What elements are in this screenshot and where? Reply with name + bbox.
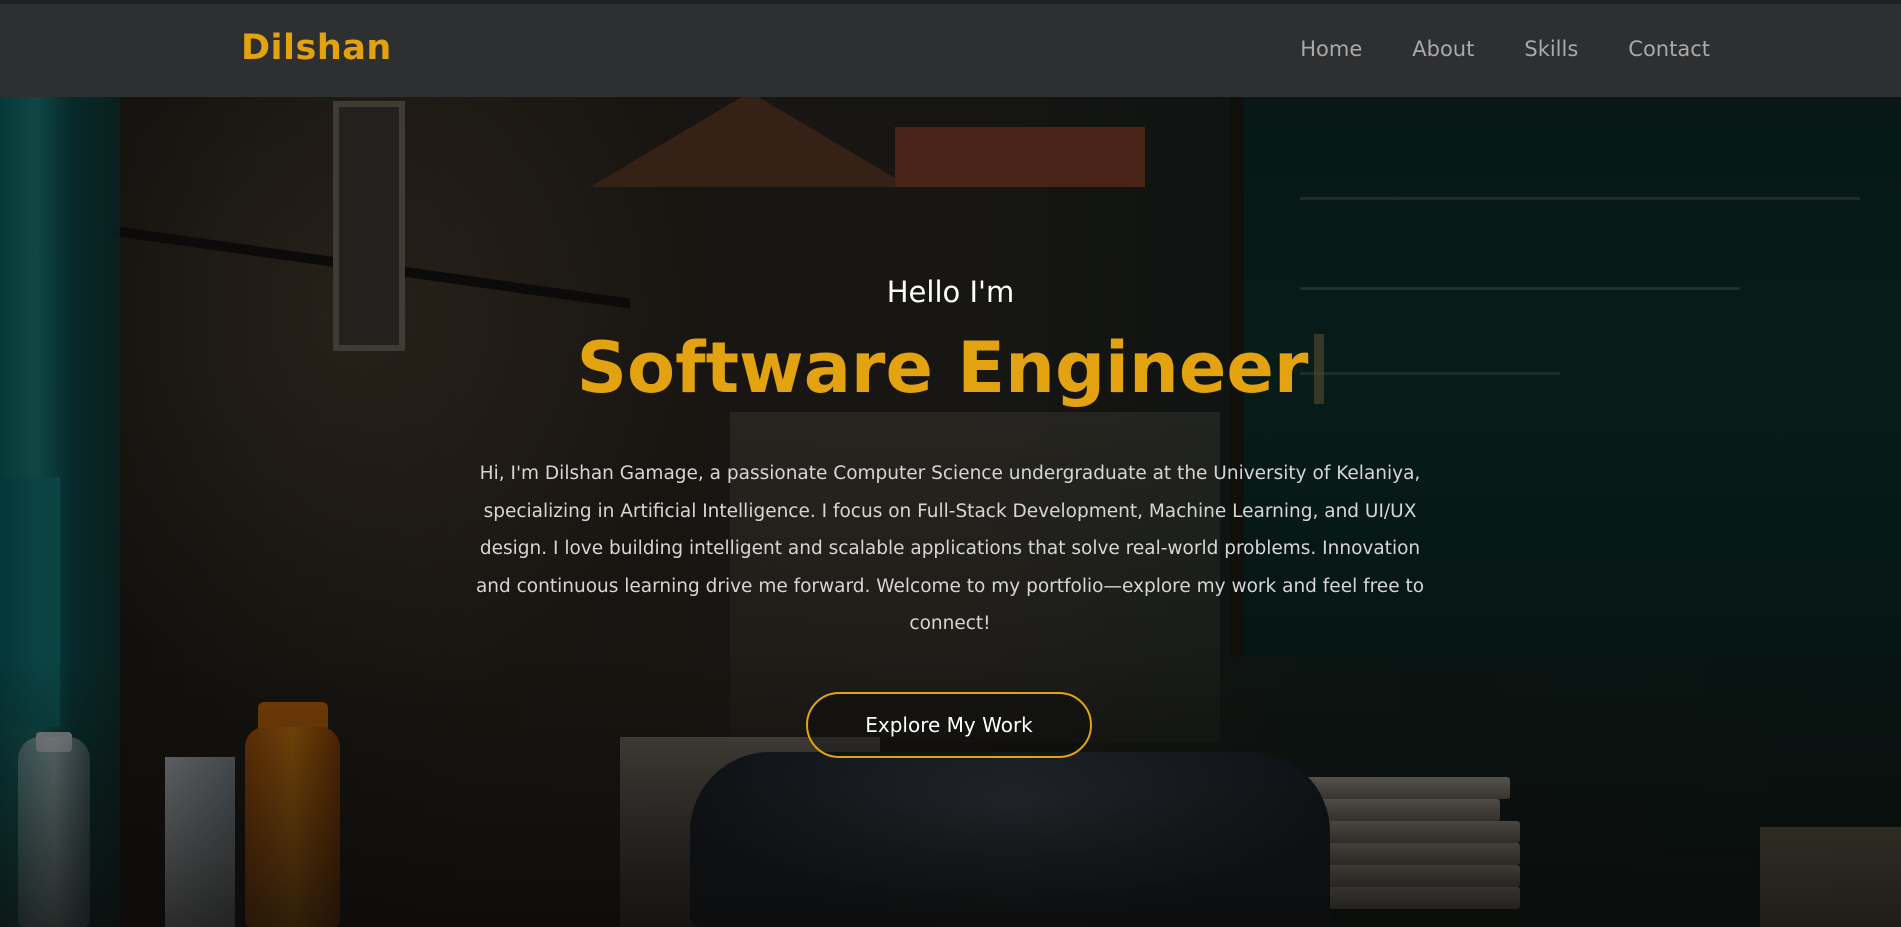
typed-role-text: Software Engineer: [576, 327, 1309, 409]
site-header: Dilshan Home About Skills Contact: [0, 4, 1901, 97]
hero-intro-paragraph: Hi, I'm Dilshan Gamage, a passionate Com…: [475, 463, 1425, 634]
main-nav: Home About Skills Contact: [1300, 37, 1710, 61]
nav-contact-link[interactable]: Contact: [1628, 37, 1710, 61]
nav-skills-link[interactable]: Skills: [1524, 37, 1578, 61]
explore-work-button[interactable]: Explore My Work: [806, 692, 1092, 758]
hero-section: Hello I'm Software Engineer Hi, I'm Dils…: [0, 97, 1901, 927]
site-logo[interactable]: Dilshan: [241, 28, 392, 68]
hero-content: Hello I'm Software Engineer Hi, I'm Dils…: [0, 97, 1901, 927]
hero-role-title: Software Engineer: [0, 327, 1901, 409]
nav-home-link[interactable]: Home: [1300, 37, 1362, 61]
typing-caret: [1314, 334, 1325, 404]
hero-greeting: Hello I'm: [886, 275, 1015, 309]
nav-about-link[interactable]: About: [1412, 37, 1474, 61]
